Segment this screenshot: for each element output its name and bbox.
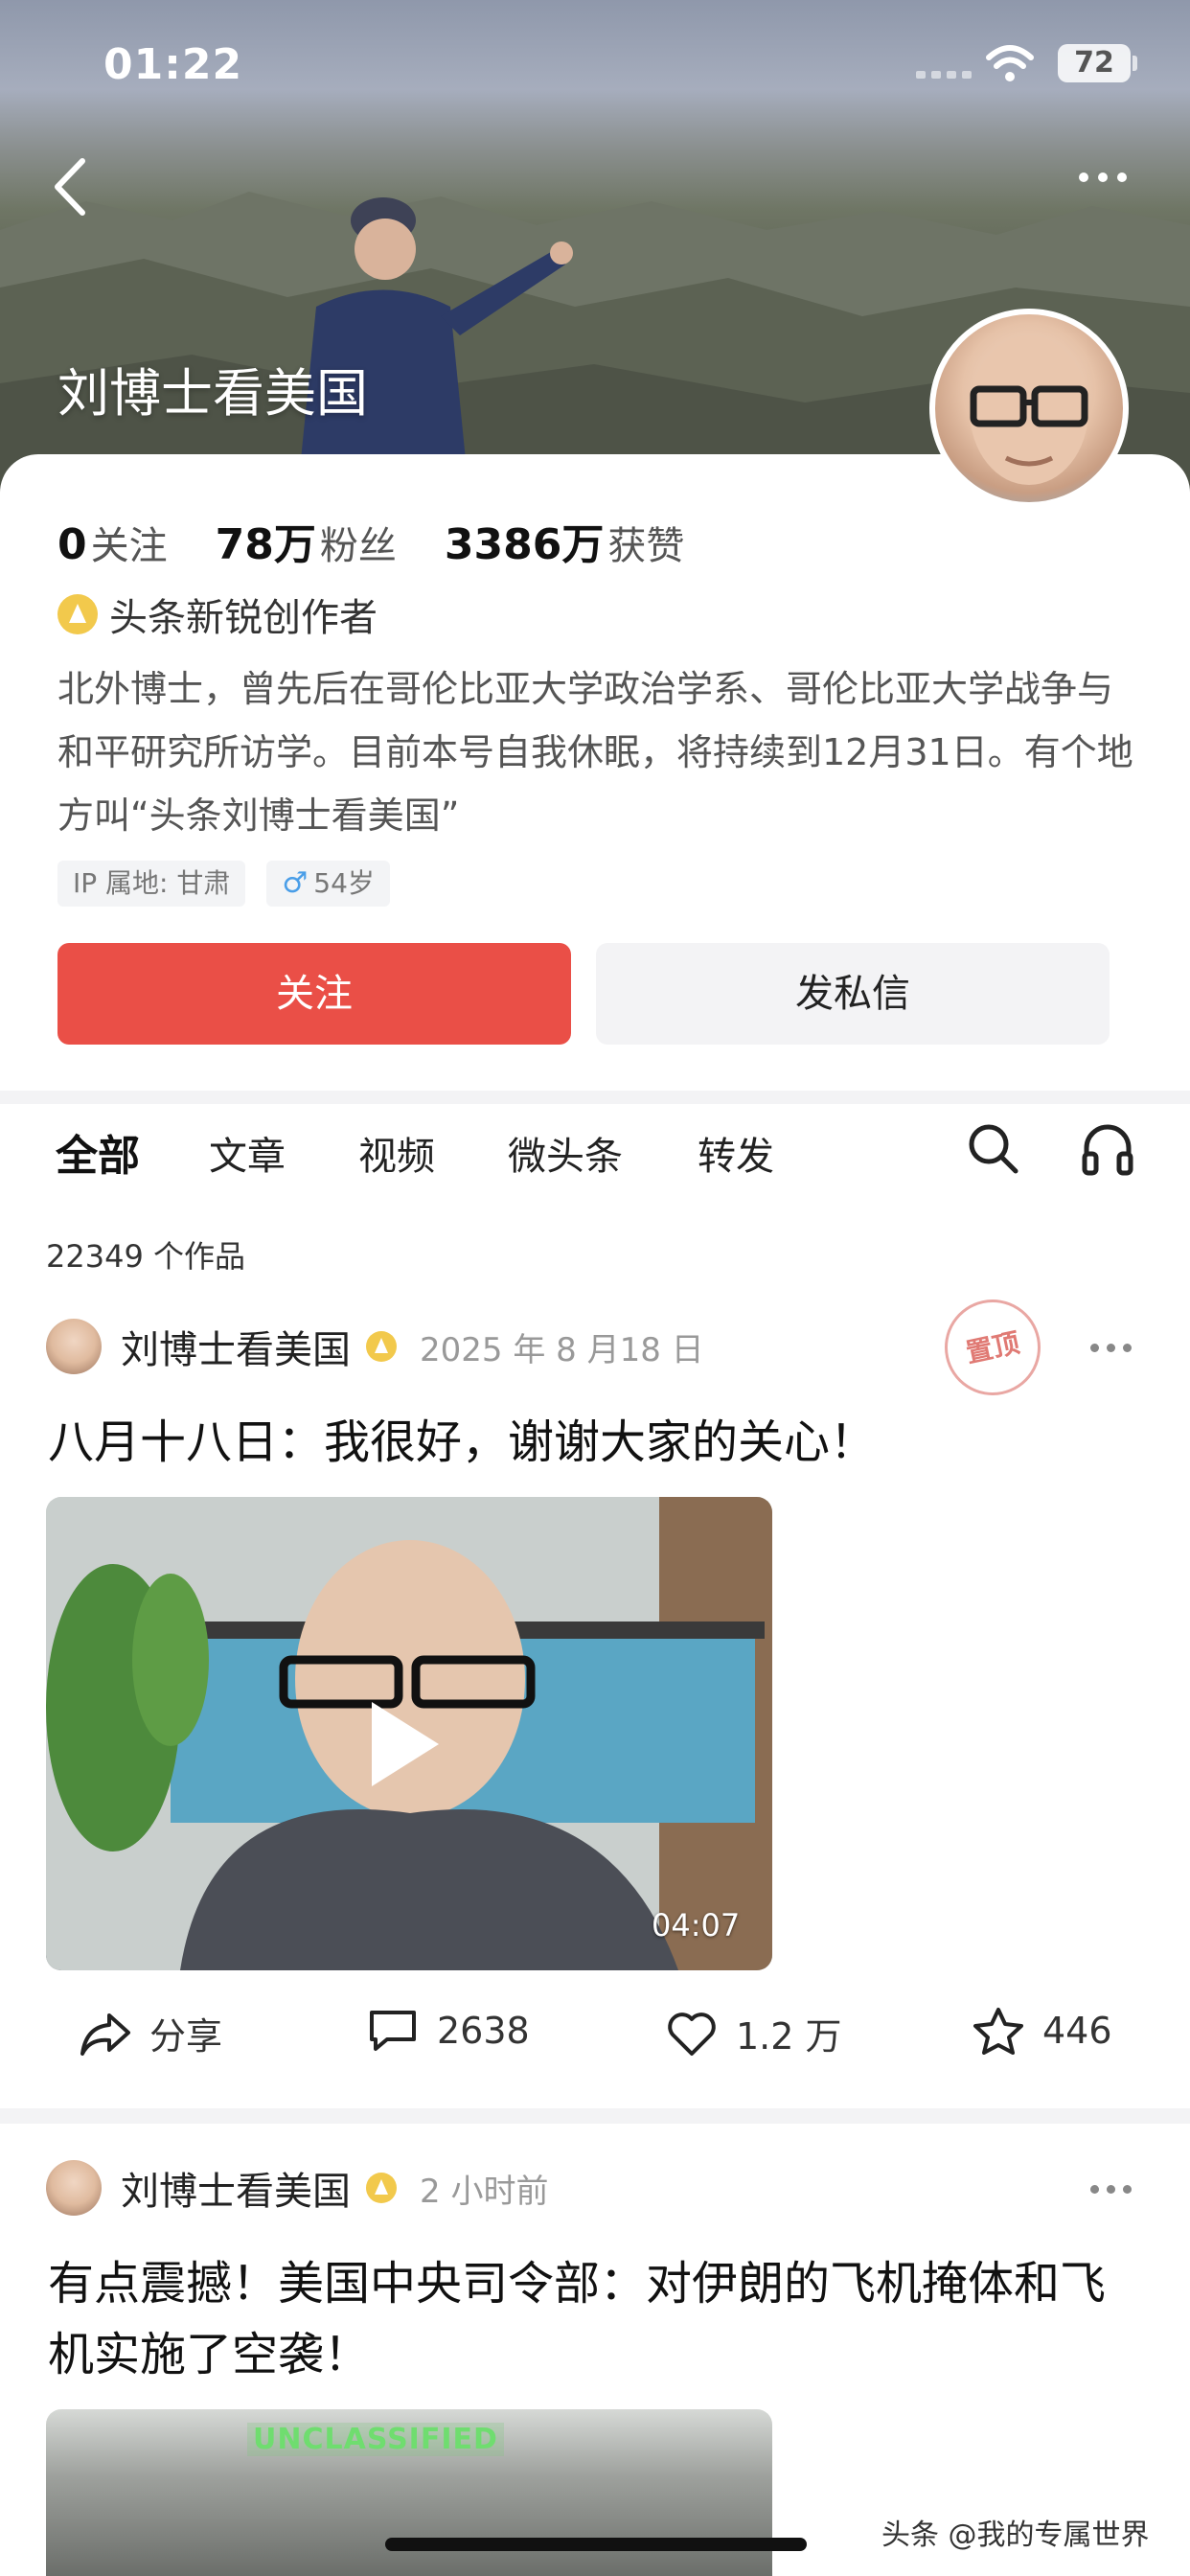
profile-name: 刘博士看美国 — [57, 363, 368, 424]
video-duration: 04:07 — [652, 1907, 741, 1944]
author-avatar[interactable] — [46, 1319, 102, 1374]
post-title[interactable]: 八月十八日：我很好，谢谢大家的关心！ — [48, 1407, 1150, 1478]
comment-button[interactable]: 2638 — [366, 2007, 530, 2055]
back-arrow-icon[interactable] — [46, 153, 94, 220]
profile-stats: 0 关注 78万 粉丝 3386万 获赞 — [57, 510, 732, 571]
headphones-icon[interactable] — [1079, 1119, 1136, 1177]
tab-articles[interactable]: 文章 — [209, 1125, 286, 1181]
verified-badge-icon — [366, 2173, 397, 2203]
post-author[interactable]: 刘博士看美国 — [121, 1319, 351, 1374]
stat-following[interactable]: 0 关注 — [57, 515, 168, 570]
follow-button[interactable]: 关注 — [57, 943, 571, 1045]
comment-icon — [370, 2011, 416, 2051]
post-date: 2 小时前 — [420, 2172, 549, 2211]
tab-all[interactable]: 全部 — [56, 1121, 140, 1183]
author-avatar[interactable] — [46, 2160, 102, 2216]
post-header: 刘博士看美国 2 小时前 — [46, 2160, 548, 2216]
creator-medal-icon — [57, 594, 98, 634]
tab-videos[interactable]: 视频 — [358, 1125, 435, 1181]
share-icon — [80, 2012, 130, 2056]
more-options-icon[interactable] — [1079, 172, 1140, 192]
wifi-icon — [986, 45, 1034, 81]
cellular-signal-icon — [916, 71, 972, 79]
post-header: 刘博士看美国 2025 年 8 月18 日 — [46, 1319, 704, 1374]
avatar-face-illustration — [970, 335, 1088, 485]
ip-location-tag: IP 属地: 甘肃 — [57, 861, 246, 907]
share-button[interactable]: 分享 — [79, 2007, 222, 2059]
battery-icon: 72 — [1058, 44, 1131, 82]
banner-person — [297, 197, 573, 498]
creator-badge-label: 头条新锐创作者 — [109, 596, 378, 640]
male-icon: ♂ — [282, 866, 309, 900]
profile-tags: IP 属地: 甘肃 ♂ 54岁 — [57, 861, 390, 907]
creator-badge[interactable]: 头条新锐创作者 — [57, 586, 378, 642]
play-icon[interactable] — [372, 1702, 439, 1786]
tab-micro-posts[interactable]: 微头条 — [508, 1125, 623, 1181]
post-title[interactable]: 有点震撼！美国中央司令部：对伊朗的飞机掩体和飞机实施了空袭！ — [48, 2248, 1150, 2390]
post-more-icon[interactable] — [1090, 1344, 1132, 1352]
post-more-icon[interactable] — [1090, 2185, 1132, 2194]
search-icon[interactable] — [964, 1119, 1021, 1177]
tab-reposts[interactable]: 转发 — [698, 1125, 774, 1181]
send-message-button[interactable]: 发私信 — [596, 943, 1110, 1045]
post-actions: 分享 2638 1.2 万 446 — [0, 2007, 1190, 2078]
battery-tip — [1133, 56, 1137, 71]
star-icon — [973, 2008, 1023, 2055]
watermark: 头条 @我的专属世界 — [881, 2518, 1150, 2552]
post-date: 2025 年 8 月18 日 — [420, 1330, 704, 1369]
works-count: 22349 个作品 — [46, 1238, 245, 1275]
like-button[interactable]: 1.2 万 — [665, 2007, 842, 2059]
home-indicator[interactable] — [385, 2538, 807, 2551]
age-tag: ♂ 54岁 — [266, 861, 390, 907]
favorite-button[interactable]: 446 — [972, 2007, 1112, 2055]
pinned-stamp: 置顶 — [935, 1290, 1050, 1405]
status-time: 01:22 — [103, 40, 243, 89]
video-overlay-text: UNCLASSIFIED — [247, 2423, 504, 2456]
stat-followers[interactable]: 78万 粉丝 — [216, 510, 397, 571]
post-author[interactable]: 刘博士看美国 — [121, 2160, 351, 2216]
verified-badge-icon — [366, 1331, 397, 1362]
profile-bio: 北外博士，曾先后在哥伦比亚大学政治学系、哥伦比亚大学战争与和平研究所访学。目前本… — [57, 668, 1133, 837]
section-divider — [0, 1091, 1190, 1104]
status-bar: 01:22 72 — [0, 0, 1190, 134]
post-divider — [0, 2108, 1190, 2124]
heart-icon — [668, 2012, 716, 2056]
stat-likes[interactable]: 3386万 获赞 — [445, 510, 684, 571]
profile-avatar[interactable] — [929, 309, 1129, 508]
